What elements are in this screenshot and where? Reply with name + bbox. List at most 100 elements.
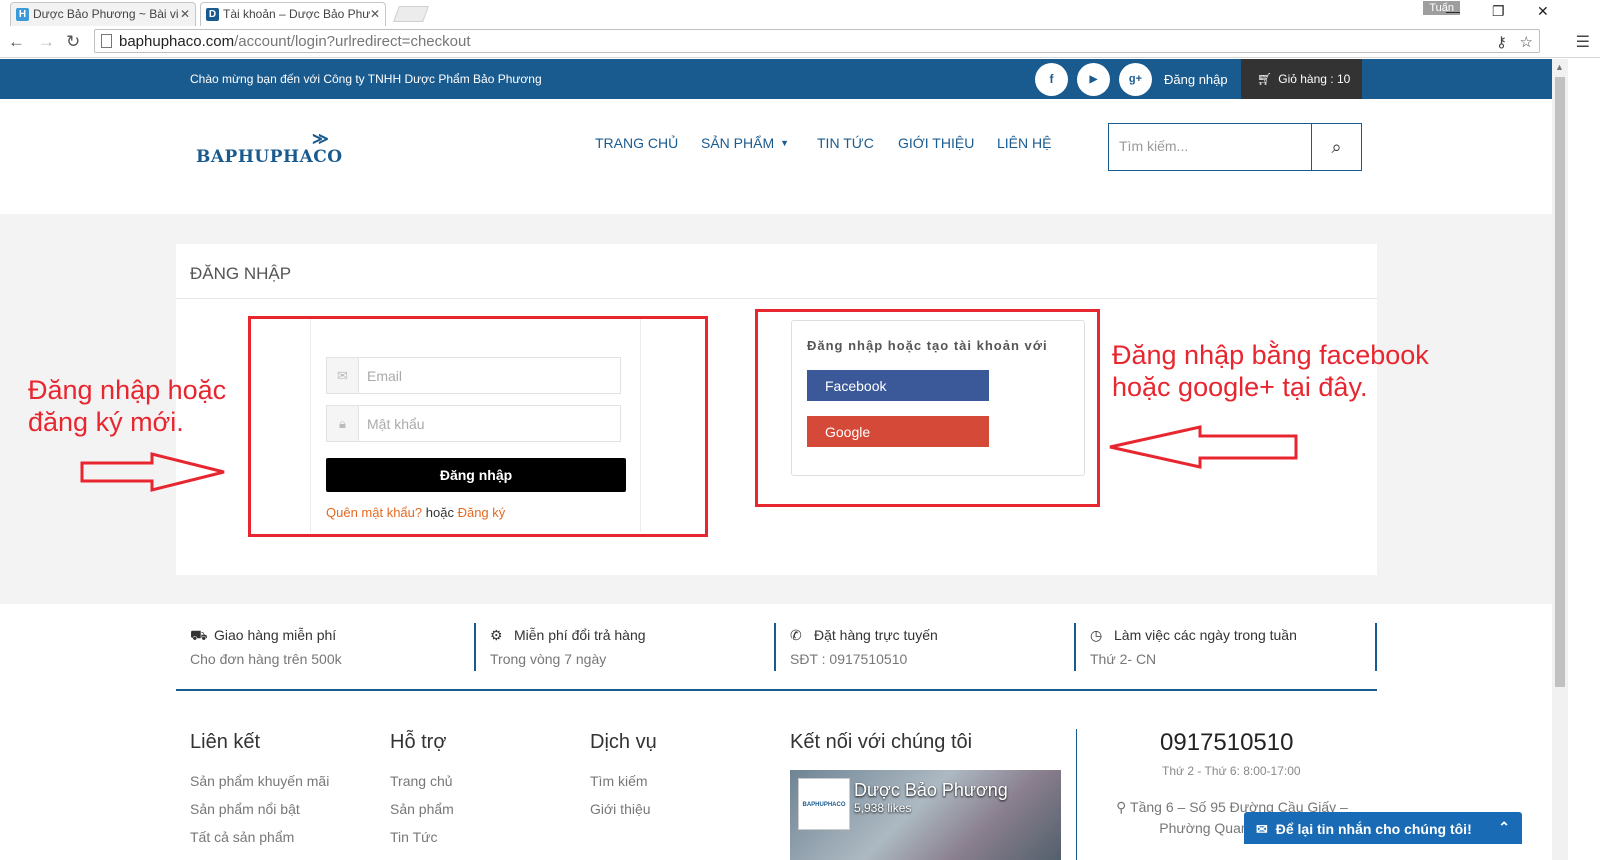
facebook-icon[interactable]: f [1035,63,1068,96]
clock-icon: ◷ [1090,627,1103,643]
scrollbar-thumb[interactable] [1555,77,1565,687]
restore-icon[interactable]: ❐ [1492,3,1505,20]
feature-working-days: ◷ Làm việc các ngày trong tuần Thứ 2- CN [1090,623,1390,671]
search-input[interactable]: Tìm kiếm... [1119,138,1188,154]
footer-support-title: Hỗ trợ [390,731,447,753]
page-scrollbar[interactable]: ▲ [1552,59,1568,860]
cart-button[interactable]: 🛒︎ Giỏ hàng : 10 [1241,59,1362,99]
feature-free-shipping: ⛟ Giao hàng miễn phí Cho đơn hàng trên 50… [190,623,490,671]
footer-link[interactable]: Trang chủ [390,773,453,789]
tab-title: Tài khoản – Dược Bảo Phư [223,7,371,21]
back-icon[interactable]: ← [8,32,25,52]
annotation-left-line2: đăng ký mới. [28,407,184,437]
welcome-text: Chào mừng bạn đến với Công ty TNHH Dược … [190,72,542,86]
new-tab-button[interactable] [393,6,429,22]
cart-icon: 🛒︎ [1257,72,1273,86]
feature-subtitle: Trong vòng 7 ngày [490,651,607,667]
footer-link[interactable]: Tìm kiếm [590,773,648,789]
footer-connect-title: Kết nối với chúng tôi [790,731,973,753]
favicon-icon: H [16,8,29,21]
annotation-left-line1: Đăng nhập hoặc [28,375,227,405]
nav-products-label: SẢN PHẨM [701,135,775,151]
footer-link[interactable]: Sản phẩm khuyến mãi [190,773,329,789]
feature-separator [774,623,776,671]
browser-menu-icon[interactable]: ☰ [1576,32,1590,52]
nav-home[interactable]: TRANG CHỦ [595,135,678,151]
feature-title: Làm việc các ngày trong tuần [1114,627,1297,643]
browser-tab-1[interactable]: H Dược Bảo Phương ~ Bài vi ✕ [10,2,196,26]
url-path: /account/login?urlredirect=checkout [234,33,471,50]
facebook-page-widget[interactable]: BAPHUPHACO Dược Bảo Phương 5,938 likes [790,770,1061,860]
footer-link[interactable]: Tin Tức [390,829,438,845]
browser-tabbar: H Dược Bảo Phương ~ Bài vi ✕ D Tài khoản… [0,0,1600,26]
reload-icon[interactable]: ↻ [66,32,80,52]
feature-title: Giao hàng miễn phí [214,627,337,643]
site-logo[interactable]: BAPHUPHACO [196,147,343,167]
fb-page-name[interactable]: Dược Bảo Phương [854,780,1008,801]
nav-news[interactable]: TIN TỨC [817,135,874,151]
divider [176,298,1377,299]
feature-online-order: ✆ Đặt hàng trực tuyến SĐT : 0917510510 [790,623,1090,671]
footer-link[interactable]: Tất cả sản phẩm [190,829,294,845]
nav-contact[interactable]: LIÊN HỆ [997,135,1051,151]
page-icon [101,34,112,48]
fb-page-avatar: BAPHUPHACO [798,778,850,830]
footer-separator [1076,729,1077,860]
footer-phone: 0917510510 [1160,729,1294,756]
phone-icon: ✆ [790,627,802,643]
cart-label: Giỏ hàng : 10 [1278,72,1351,86]
minimize-icon[interactable]: — [1446,3,1460,19]
logo-swoosh-icon: ≫ [312,131,329,148]
chat-widget[interactable]: ✉ Để lại tin nhắn cho chúng tôi! ⌃ [1244,812,1522,844]
gear-icon: ⚙ [490,627,503,643]
footer-services-title: Dịch vụ [590,731,657,753]
key-icon[interactable]: ⚷ [1496,33,1507,51]
caret-down-icon: ▼ [780,138,790,148]
feature-returns: ⚙ Miễn phí đổi trả hàng Trong vòng 7 ngày [490,623,790,671]
annotation-right-line2: hoặc google+ tại đây. [1112,372,1368,402]
forward-icon[interactable]: → [38,32,55,52]
footer-link[interactable]: Sản phẩm [390,801,454,817]
url-host: baphuphaco.com [119,33,235,50]
browser-tab-2[interactable]: D Tài khoản – Dược Bảo Phư ✕ [200,2,386,26]
feature-title-row: ✆ Đặt hàng trực tuyến [790,627,938,644]
site-header: ≫ BAPHUPHACO TRANG CHỦ SẢN PHẨM ▼ TIN TỨC… [0,99,1552,214]
footer-link[interactable]: Sản phẩm nổi bật [190,801,300,817]
nav-about[interactable]: GIỚI THIỆU [898,135,974,151]
chat-label: Để lại tin nhắn cho chúng tôi! [1275,821,1472,837]
site-topbar: Chào mừng bạn đến với Công ty TNHH Dược … [0,59,1552,99]
message-icon: ✉ [1256,821,1268,837]
truck-icon: ⛟ [190,627,208,643]
arrow-right-icon [80,452,225,492]
browser-toolbar: ← → ↻ baphuphaco.com/account/login?urlre… [0,26,1600,58]
features-underline [176,689,1377,691]
window-close-icon[interactable]: ✕ [1537,3,1549,20]
feature-title-row: ⚙ Miễn phí đổi trả hàng [490,627,646,644]
footer-link[interactable]: Giới thiệu [590,801,651,817]
topbar-login-link[interactable]: Đăng nhập [1164,72,1228,87]
search-box: Tìm kiếm... ⌕ [1108,123,1362,171]
search-icon: ⌕ [1331,137,1342,157]
bookmark-star-icon[interactable]: ☆ [1520,33,1533,51]
nav-products[interactable]: SẢN PHẨM ▼ [701,135,789,151]
annotation-box-social [755,309,1100,507]
map-marker-icon: ⚲ [1116,799,1131,815]
footer-hours: Thứ 2 - Thứ 6: 8:00-17:00 [1162,764,1301,778]
address-bar[interactable]: baphuphaco.com/account/login?urlredirect… [94,29,1540,53]
youtube-icon[interactable]: ▶ [1077,63,1110,96]
scroll-up-icon[interactable]: ▲ [1555,62,1564,72]
page-title: ĐĂNG NHẬP [190,264,292,283]
feature-separator [474,623,476,671]
close-tab-icon[interactable]: ✕ [180,7,190,21]
arrow-left-icon [1109,425,1298,469]
search-button[interactable]: ⌕ [1311,124,1361,170]
feature-separator [1074,623,1076,671]
url-text: baphuphaco.com/account/login?urlredirect… [119,33,470,50]
feature-title: Miễn phí đổi trả hàng [514,627,646,643]
favicon-icon: D [206,8,219,21]
chevron-up-icon[interactable]: ⌃ [1498,819,1510,836]
feature-title-row: ◷ Làm việc các ngày trong tuần [1090,627,1297,644]
google-plus-icon[interactable]: g+ [1119,63,1152,96]
close-tab-icon[interactable]: ✕ [370,7,380,21]
window-edge [1568,59,1600,860]
